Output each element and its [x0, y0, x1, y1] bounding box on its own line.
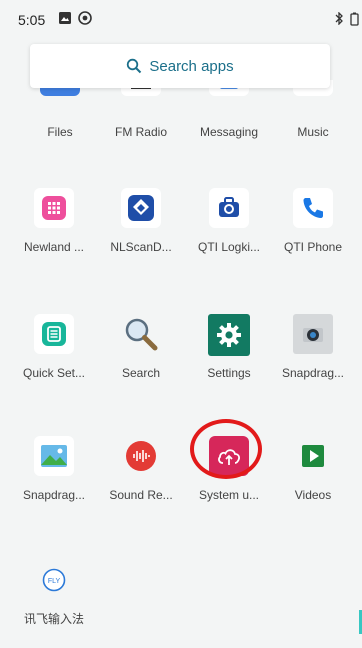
- app-label: Quick Set...: [22, 366, 86, 380]
- app-iflytek[interactable]: FLY 讯飞输入法: [14, 560, 94, 627]
- app-label: QTI Phone: [283, 240, 343, 254]
- settings-gear-icon: [208, 314, 250, 356]
- app-label: Videos: [294, 488, 332, 502]
- app-files[interactable]: Files: [20, 80, 100, 139]
- battery-icon: [350, 12, 359, 29]
- app-label: NLScanD...: [110, 240, 172, 254]
- highlight-circle: [190, 419, 262, 479]
- app-label: Search: [121, 366, 161, 380]
- status-bar: 5:05: [0, 0, 362, 40]
- app-qti-logkit[interactable]: QTI Logki...: [189, 188, 269, 254]
- app-label: QTI Logki...: [197, 240, 261, 254]
- search-icon: [127, 58, 142, 74]
- app-messaging[interactable]: Messaging: [189, 80, 269, 139]
- gallery-icon: [34, 436, 74, 476]
- sync-icon: [78, 11, 92, 28]
- bluetooth-icon: [334, 11, 344, 28]
- app-newland[interactable]: Newland ...: [14, 188, 94, 254]
- phone-icon: [293, 188, 333, 228]
- app-sound-recorder[interactable]: Sound Re...: [101, 436, 181, 502]
- app-label: System u...: [198, 488, 260, 502]
- app-label: Snapdrag...: [22, 488, 86, 502]
- app-label: Sound Re...: [109, 488, 173, 502]
- search-apps-label: Search apps: [149, 57, 234, 75]
- app-label: Newland ...: [23, 240, 85, 254]
- newland-icon: [34, 188, 74, 228]
- app-music[interactable]: ╹╹ Music: [273, 80, 353, 139]
- app-label: Music: [297, 125, 329, 139]
- camera-icon: [293, 314, 333, 354]
- image-icon: [58, 11, 72, 28]
- app-snapdragon-camera[interactable]: Snapdrag...: [273, 314, 353, 380]
- app-label: 讯飞输入法: [23, 612, 84, 626]
- app-search[interactable]: Search: [101, 314, 181, 380]
- app-quick-settings[interactable]: Quick Set...: [14, 314, 94, 380]
- app-fm-radio[interactable]: FM Radio: [101, 80, 181, 139]
- app-qti-phone[interactable]: QTI Phone: [273, 188, 353, 254]
- search-apps-bar[interactable]: Search apps: [30, 44, 330, 88]
- magnifier-icon: [121, 314, 161, 354]
- iflytek-icon-text: FLY: [48, 578, 61, 585]
- app-label: Snapdrag...: [281, 366, 345, 380]
- sound-recorder-icon: [121, 436, 161, 476]
- app-label: Messaging: [199, 125, 259, 139]
- app-nlscan[interactable]: NLScanD...: [101, 188, 181, 254]
- app-label: Settings: [207, 366, 251, 380]
- iflytek-icon: FLY: [34, 560, 74, 600]
- app-videos[interactable]: Videos: [273, 436, 353, 502]
- quick-settings-icon: [34, 314, 74, 354]
- app-snapdragon-gallery[interactable]: Snapdrag...: [14, 436, 94, 502]
- qti-logkit-icon: [209, 188, 249, 228]
- nlscan-icon: [121, 188, 161, 228]
- videos-play-icon: [293, 436, 333, 476]
- app-settings[interactable]: Settings: [189, 314, 269, 380]
- app-label: FM Radio: [114, 125, 167, 139]
- app-label: Files: [47, 125, 73, 139]
- status-time: 5:05: [18, 12, 46, 28]
